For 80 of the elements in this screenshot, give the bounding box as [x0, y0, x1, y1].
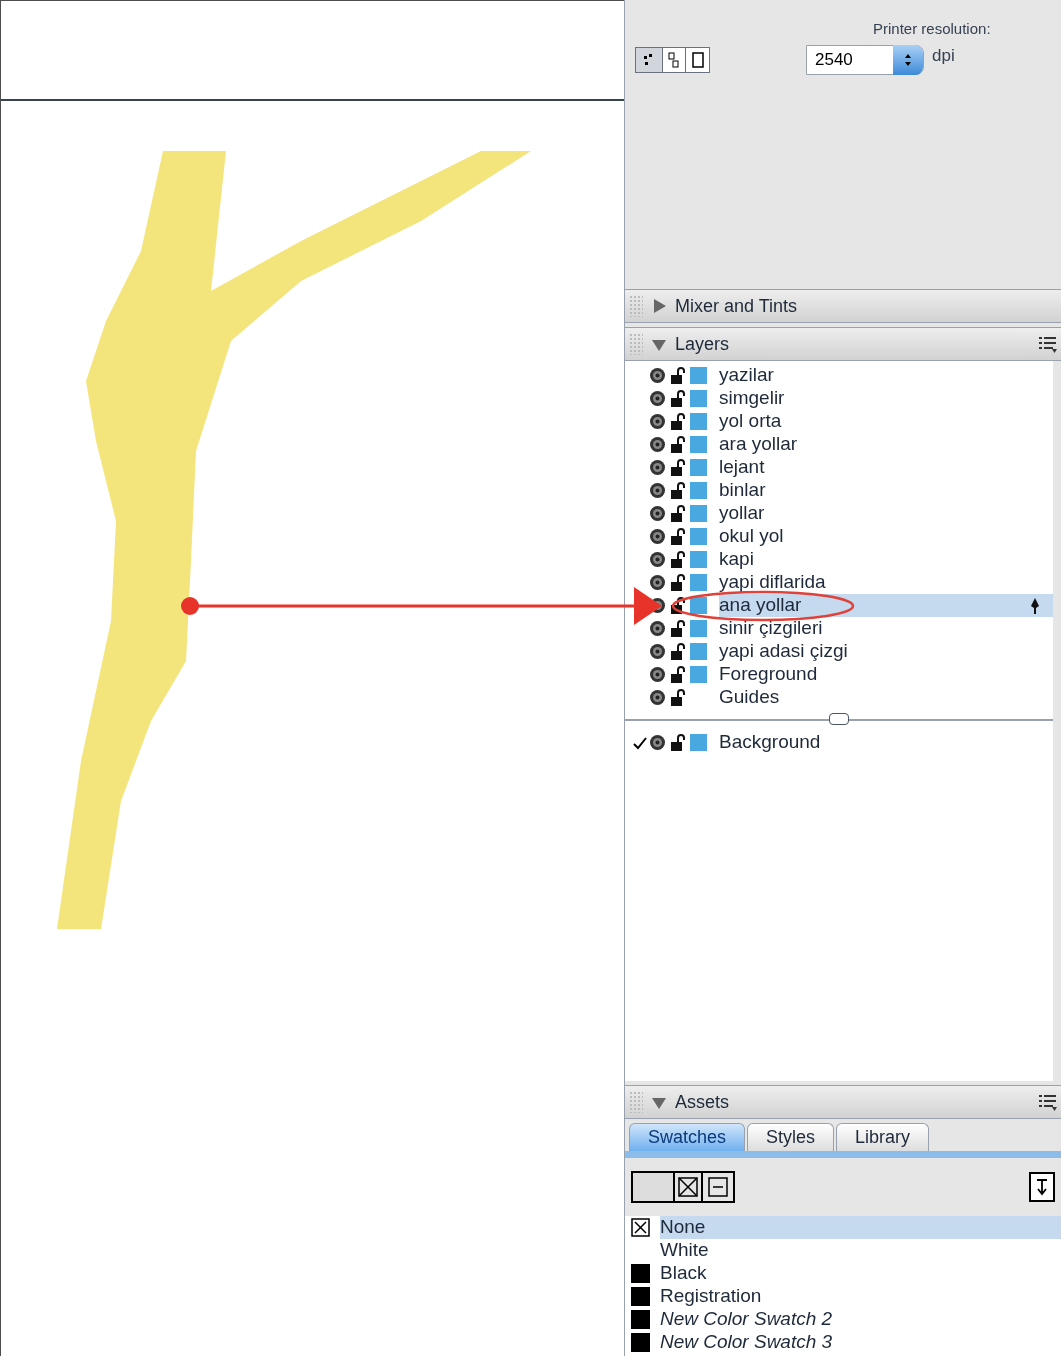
color-swatch	[631, 1333, 650, 1352]
swatch-item[interactable]: Black	[660, 1262, 1061, 1285]
dots-view-icon[interactable]	[636, 47, 663, 72]
tab[interactable]: Library	[836, 1123, 930, 1151]
panel-title: Assets	[675, 1090, 731, 1114]
padlock-icon[interactable]	[670, 689, 686, 706]
panel-title: Layers	[675, 332, 731, 356]
none-swatch-icon[interactable]	[673, 1173, 703, 1201]
padlock-icon[interactable]	[670, 390, 686, 407]
swatch-item[interactable]: New Color Swatch 3	[660, 1331, 1061, 1354]
padlock-icon[interactable]	[670, 436, 686, 453]
layer-item[interactable]: yapi adasi çizgi	[719, 640, 1053, 663]
color-swatch	[631, 1264, 650, 1283]
layer-item[interactable]: Foreground	[719, 663, 1053, 686]
eye-icon[interactable]	[649, 643, 666, 660]
splitter-handle[interactable]	[829, 713, 849, 725]
padlock-icon[interactable]	[670, 367, 686, 384]
unit-label: dpi	[932, 44, 955, 67]
pen-icon	[1029, 596, 1041, 615]
eye-icon[interactable]	[649, 528, 666, 545]
eye-icon[interactable]	[649, 413, 666, 430]
padlock-icon[interactable]	[670, 482, 686, 499]
eye-icon[interactable]	[649, 436, 666, 453]
swatch-item[interactable]: White	[660, 1239, 1061, 1262]
resolution-stepper[interactable]: 2540	[806, 44, 924, 75]
layer-item[interactable]: ana yollar	[719, 594, 1053, 617]
stepper-arrows-icon[interactable]	[904, 52, 912, 67]
swatch-item[interactable]: Registration	[660, 1285, 1061, 1308]
panel-title: Mixer and Tints	[675, 294, 799, 318]
layer-item[interactable]: yapi diflarida	[719, 571, 1053, 594]
padlock-icon[interactable]	[670, 574, 686, 591]
expand-triangle-icon[interactable]	[651, 298, 667, 314]
layer-item[interactable]: Guides	[719, 686, 1053, 709]
padlock-icon[interactable]	[670, 666, 686, 683]
layer-item[interactable]: ara yollar	[719, 433, 1053, 456]
layer-item[interactable]: okul yol	[719, 525, 1053, 548]
panel-header[interactable]: Assets	[625, 1085, 1061, 1119]
eye-icon[interactable]	[649, 505, 666, 522]
padlock-icon[interactable]	[670, 620, 686, 637]
padlock-icon[interactable]	[670, 734, 686, 751]
layer-item[interactable]: kapi	[719, 548, 1053, 571]
tab[interactable]: Styles	[747, 1123, 835, 1151]
color-swatch	[631, 1287, 650, 1306]
import-icon[interactable]	[1029, 1172, 1055, 1202]
eye-icon[interactable]	[649, 459, 666, 476]
eye-icon[interactable]	[649, 734, 666, 751]
panel-header[interactable]: Layers	[625, 327, 1061, 361]
eye-icon[interactable]	[649, 689, 666, 706]
layer-item[interactable]: yazilar	[719, 364, 1053, 387]
panel-menu-icon[interactable]	[1039, 1093, 1057, 1111]
padlock-icon[interactable]	[670, 413, 686, 430]
tab[interactable]: Swatches	[629, 1123, 746, 1151]
layer-item[interactable]: Background	[719, 731, 1053, 754]
layer-item[interactable]: yol orta	[719, 410, 1053, 433]
swatch-item[interactable]: None	[660, 1216, 1061, 1239]
eye-icon[interactable]	[649, 666, 666, 683]
padlock-icon[interactable]	[670, 505, 686, 522]
panel-header[interactable]: Mixer and Tints	[625, 289, 1061, 323]
fill-color-well[interactable]	[633, 1173, 673, 1201]
eye-icon[interactable]	[649, 620, 666, 637]
field-label: Printer resolution:	[873, 19, 991, 39]
layer-item[interactable]: sinir çizgileri	[719, 617, 1053, 640]
padlock-icon[interactable]	[670, 459, 686, 476]
padlock-icon[interactable]	[670, 597, 686, 614]
eye-icon[interactable]	[649, 574, 666, 591]
eye-icon[interactable]	[649, 367, 666, 384]
layer-item[interactable]: simgelir	[719, 387, 1053, 410]
swatch-item[interactable]: New Color Swatch 2	[660, 1308, 1061, 1331]
eye-icon[interactable]	[649, 551, 666, 568]
eye-icon[interactable]	[649, 390, 666, 407]
color-swatch	[631, 1310, 650, 1329]
none-swatch-icon	[631, 1218, 650, 1237]
padlock-icon[interactable]	[670, 551, 686, 568]
panel-menu-icon[interactable]	[1039, 335, 1057, 353]
padlock-icon[interactable]	[670, 528, 686, 545]
padlock-icon[interactable]	[670, 643, 686, 660]
layer-item[interactable]: binlar	[719, 479, 1053, 502]
eye-icon[interactable]	[649, 482, 666, 499]
layer-item[interactable]: yollar	[719, 502, 1053, 525]
layer-item[interactable]: lejant	[719, 456, 1053, 479]
